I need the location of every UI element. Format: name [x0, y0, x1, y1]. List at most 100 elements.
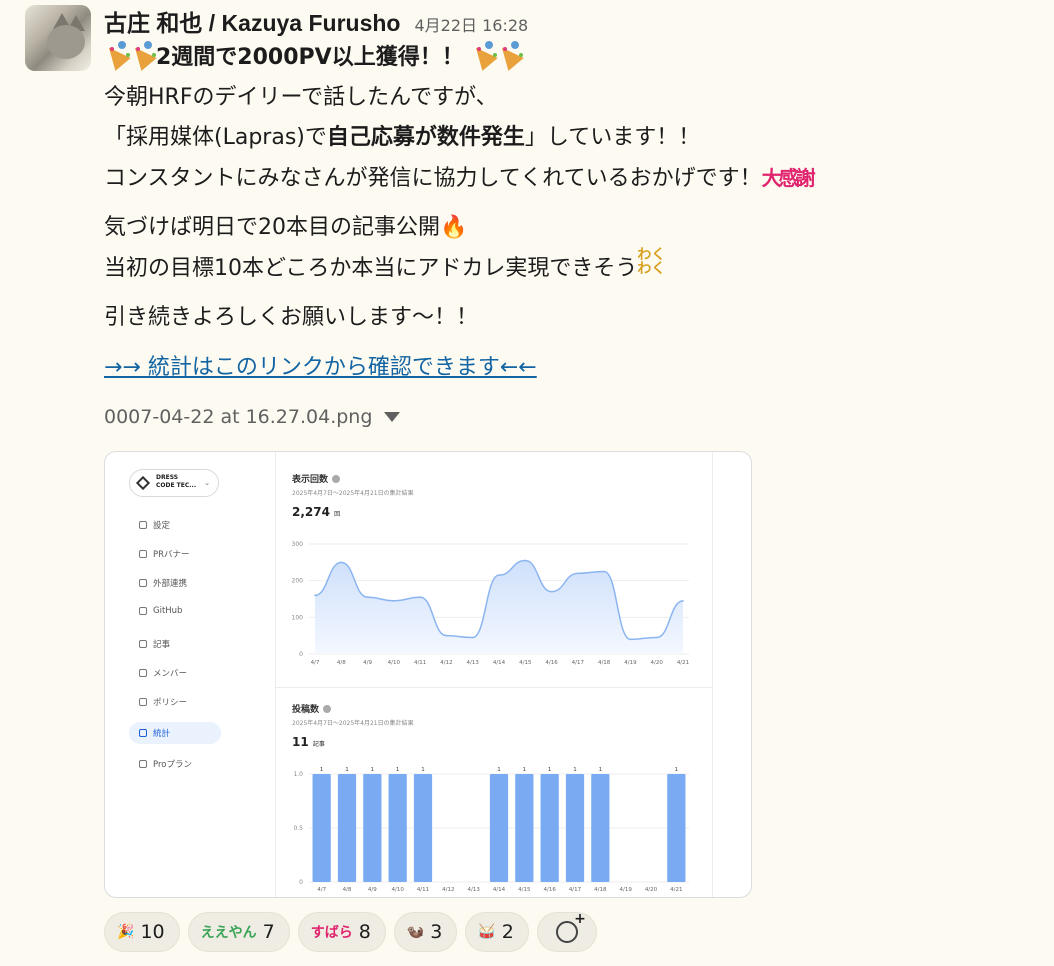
x-tick-label: 4/21: [670, 887, 682, 892]
nav-label: 設定: [153, 521, 171, 531]
message-header: 古庄 和也 / Kazuya Furusho 4月22日 16:28: [104, 4, 528, 36]
reaction-count: 7: [262, 921, 275, 943]
bar: [363, 774, 382, 882]
sparkle-icon: [139, 760, 147, 768]
attachment-header[interactable]: 0007-04-22 at 16.27.04.png: [104, 406, 401, 428]
line-text: 気づけば明日で20本目の記事公開: [104, 215, 440, 240]
x-tick-label: 4/7: [311, 660, 320, 666]
x-tick-label: 4/18: [594, 887, 607, 892]
total-unit: 記事: [312, 741, 325, 748]
posts-bar-chart: 0 0.5 1.0 1 4/7 1 4/8 1 4/9 1 4/10 1 4/11 4/12 4/13 1 4/…: [293, 767, 689, 892]
org-switcher: DRESS CODE TEC... ⌄: [129, 469, 219, 497]
image-icon: [139, 550, 147, 558]
message-timestamp[interactable]: 4月22日 16:28: [414, 12, 528, 36]
x-tick-label: 4/12: [442, 887, 454, 892]
bar: [591, 774, 610, 882]
x-tick-label: 4/14: [493, 887, 506, 892]
gear-icon: [139, 521, 147, 529]
data-point: [524, 559, 527, 562]
y-tick-label: 100: [292, 614, 304, 621]
x-tick-label: 4/9: [363, 660, 372, 666]
attachment-filename[interactable]: 0007-04-22 at 16.27.04.png: [104, 406, 372, 428]
data-point: [419, 596, 421, 598]
x-tick-label: 4/8: [337, 660, 346, 666]
y-tick-label: 0.5: [293, 825, 303, 832]
fire-icon: 🔥: [440, 215, 468, 240]
bar-value-label: 1: [396, 767, 400, 773]
party-popper-icon: [497, 39, 523, 69]
help-icon: [323, 704, 332, 713]
bar: [337, 774, 357, 882]
panel-subtitle: 2025年4月7日〜2025年4月21日の集計結果: [292, 720, 414, 727]
x-tick-label: 4/19: [619, 887, 632, 892]
stats-link[interactable]: →→ 統計はこのリンクから確認できます←←: [104, 355, 537, 380]
sidebar-item-stats: 統計: [129, 722, 221, 744]
line-text: 「採用媒体(Lapras)で: [104, 125, 327, 150]
x-tick-label: 4/16: [545, 660, 558, 666]
line-text: 当初の目標10本どころか本当にアドカレ実現できそう: [104, 256, 638, 281]
bar: [667, 774, 686, 882]
views-total: 2,274 回: [292, 505, 712, 519]
x-tick-label: 4/11: [414, 660, 426, 666]
message-body: 2週間で2000PV以上獲得！！ 今朝HRFのデイリーで話したんですが、 「採用…: [104, 38, 1004, 388]
x-tick-label: 4/15: [519, 660, 532, 666]
y-tick-label: 200: [292, 578, 304, 585]
sidebar-item-policy: ポリシー: [139, 696, 187, 708]
headline-text: 2週間で2000PV以上獲得！！: [156, 45, 464, 70]
user-avatar[interactable]: [25, 5, 91, 71]
x-tick-label: 4/7: [317, 887, 326, 892]
x-tick-label: 4/18: [598, 660, 611, 666]
subara-icon: すばら: [310, 925, 353, 941]
reaction-eeyan[interactable]: ええやん 7: [187, 912, 290, 952]
x-tick-label: 4/17: [569, 887, 582, 892]
reaction-count: 3: [430, 921, 443, 943]
wakuwaku-emoji: わくわく: [637, 247, 666, 277]
panel-divider: [276, 687, 712, 688]
document-icon: [139, 640, 147, 648]
data-point: [471, 636, 474, 639]
message-line: 「採用媒体(Lapras)で自己応募が数件発生」しています！！: [104, 118, 1004, 158]
data-point: [498, 574, 500, 576]
reaction-count: 10: [140, 921, 165, 943]
total-value: 2,274: [292, 505, 330, 519]
line-text: 」しています！！: [524, 125, 701, 150]
bar-value-label: 1: [371, 767, 375, 773]
reactions-bar: 🎉 10 ええやん 7 すばら 8 🦦 3 🥁 2: [104, 911, 597, 952]
y-tick-label: 1.0: [293, 771, 303, 778]
posts-panel: 投稿数 2025年4月7日〜2025年4月21日の集計結果 11 記事: [276, 702, 712, 749]
bar: [489, 774, 509, 882]
github-icon: [139, 607, 147, 615]
panel-border: [712, 452, 713, 897]
nav-label: 外部連携: [153, 579, 188, 589]
reaction-otter[interactable]: 🦦 3: [393, 912, 458, 952]
total-value: 11: [292, 735, 309, 749]
data-point: [655, 636, 658, 639]
users-icon: [139, 669, 147, 677]
author-name[interactable]: 古庄 和也 / Kazuya Furusho: [104, 4, 400, 38]
reaction-party[interactable]: 🎉 10: [104, 912, 180, 952]
data-point: [577, 572, 579, 575]
reaction-subara[interactable]: すばら 8: [297, 912, 386, 952]
posts-title: 投稿数: [292, 702, 712, 715]
x-tick-label: 4/10: [391, 887, 404, 892]
attachment-image[interactable]: DRESS CODE TEC... ⌄ 設定 PRバナー 外部連携 GitHub…: [104, 451, 752, 898]
y-tick-label: 0: [299, 879, 303, 886]
message-line: 引き続きよろしくお願いします〜！！: [104, 305, 479, 330]
panel-title: 表示回数: [292, 475, 329, 485]
sidebar-item-settings: 設定: [139, 519, 170, 531]
message-line: 当初の目標10本どころか本当にアドカレ実現できそうわくわく: [104, 248, 1004, 288]
add-emoji-icon: [555, 911, 586, 943]
chevron-down-icon[interactable]: [384, 412, 401, 422]
message-line: 気づけば明日で20本目の記事公開🔥: [104, 208, 1004, 248]
org-logo-icon: [135, 475, 151, 491]
views-area-chart: 0 100 200 300 4/7 4/8 4/9 4/10 4/11 4/12 4/13 4/14 4…: [292, 541, 690, 666]
sidebar-item-articles: 記事: [139, 638, 170, 650]
x-tick-label: 4/15: [518, 887, 531, 892]
bar: [388, 774, 407, 882]
add-reaction-button[interactable]: [536, 911, 597, 952]
y-tick-label: 300: [292, 541, 304, 548]
nav-label: 記事: [153, 640, 171, 650]
reaction-drummer[interactable]: 🥁 2: [465, 912, 529, 952]
posts-total: 11 記事: [292, 735, 712, 749]
daikansha-emoji: 大感謝: [761, 166, 816, 190]
